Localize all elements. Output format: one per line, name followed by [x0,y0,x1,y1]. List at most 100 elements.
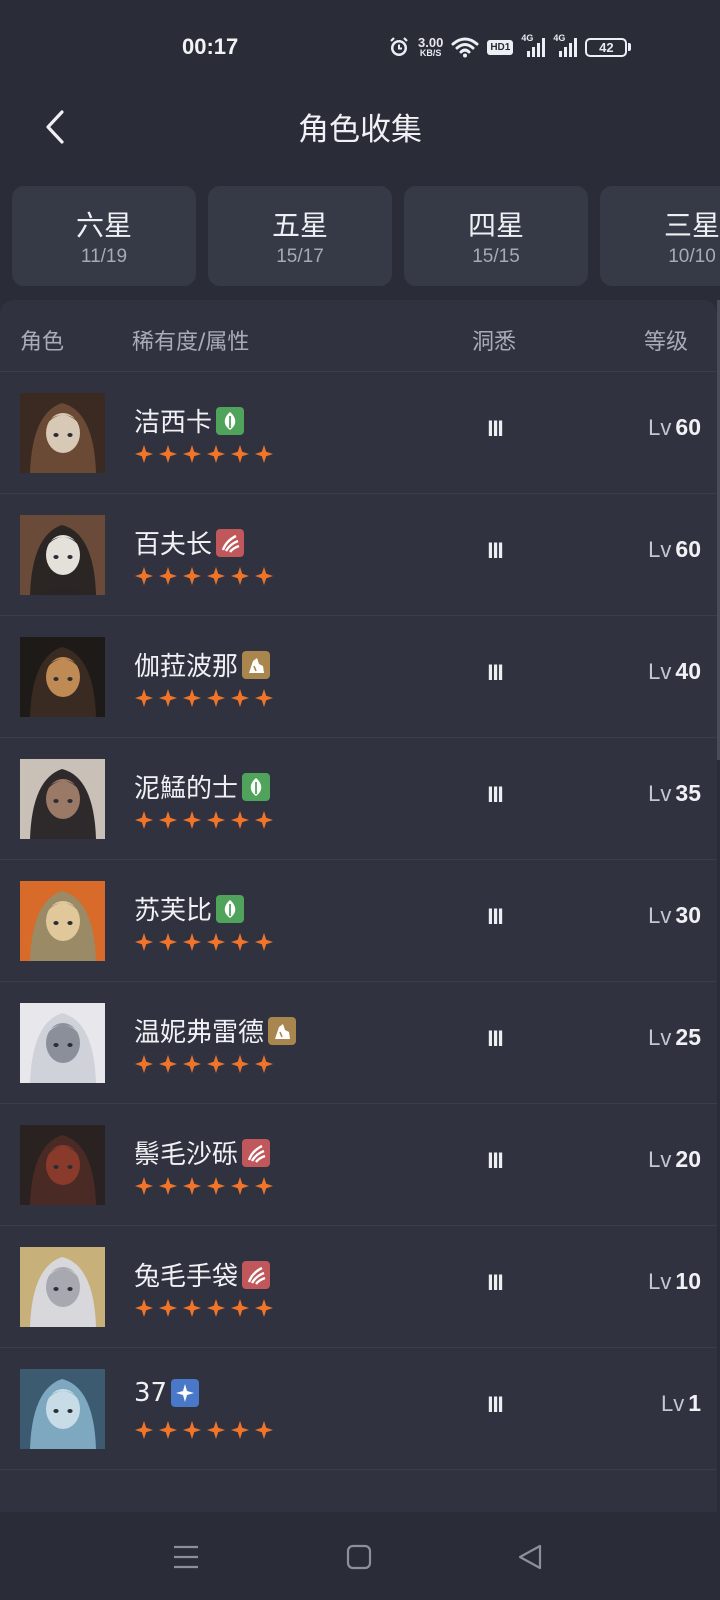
rarity-star-icon [158,1298,178,1318]
leaf-icon [216,406,245,435]
rarity-star-icon [230,1298,250,1318]
rarity-star-icon [134,688,154,708]
hd-badge: HD1 [487,39,514,55]
rarity-star-icon [206,688,226,708]
character-name: 兔毛手袋 [134,1262,239,1292]
rarity-star-icon [254,1298,274,1318]
rarity-star-icon [158,688,178,708]
rarity-star-icon [206,810,226,830]
avatar [20,1003,105,1083]
level-prefix: Lv [648,1269,672,1294]
character-row[interactable]: 伽菈波那 III Lv 40 [0,616,717,738]
character-row[interactable]: 百夫长 III Lv 60 [0,494,717,616]
character-row[interactable]: 兔毛手袋 III Lv 10 [0,1226,717,1348]
level-prefix: Lv [648,537,672,562]
rarity-star-icon [182,1054,202,1074]
column-header-insight: 洞悉 [472,330,517,355]
status-icons: 3.00 KB/S HD1 4G 4G 42 [388,32,632,62]
leaf-icon [216,894,245,923]
four-point-star-icon [171,1379,200,1407]
level-prefix: Lv [648,1025,672,1050]
rarity-star-icon [254,932,274,952]
character-name: 洁西卡 [134,408,213,438]
character-row[interactable]: 鬃毛沙砾 III Lv 20 [0,1104,717,1226]
level-value: 10 [675,1268,701,1294]
signal-icon: 4G [521,33,546,57]
rarity-star-icon [254,566,274,586]
rarity-star-icon [230,932,250,952]
rarity-star-icon [134,444,154,464]
network-speed-unit: KB/S [419,48,442,58]
tab-six-star[interactable]: 六星 11/19 [12,186,196,286]
rarity-star-icon [206,1054,226,1074]
battery-icon: 42 [585,37,632,57]
rarity-star-icon [182,1420,202,1440]
status-bar: 00:17 3.00 KB/S HD1 4G 4G 42 [0,0,720,90]
level-display: Lv 35 [648,780,701,807]
insight-value: III [487,904,503,929]
character-row[interactable]: 37 III Lv 1 [0,1348,717,1470]
rarity-star-icon [206,1420,226,1440]
rarity-star-icon [158,932,178,952]
rarity-star-icon [134,810,154,830]
avatar [20,637,105,717]
rarity-stars [134,1054,274,1074]
rarity-star-icon [206,444,226,464]
level-value: 25 [675,1024,701,1050]
navigation-bar [0,1512,720,1600]
level-prefix: Lv [660,1391,685,1416]
level-prefix: Lv [648,415,672,440]
rarity-star-icon [206,932,226,952]
level-display: Lv 30 [648,902,701,929]
level-display: Lv 60 [648,536,701,563]
level-value: 30 [675,902,701,928]
rarity-star-icon [254,1176,274,1196]
leaf-icon [242,772,271,801]
rarity-star-icon [158,444,178,464]
level-display: Lv 40 [648,658,701,685]
rarity-star-icon [182,932,202,952]
header: 角色收集 [0,90,720,170]
insight-value: III [487,1270,503,1295]
tab-label: 六星 [75,209,132,242]
tab-five-star[interactable]: 五星 15/17 [208,186,392,286]
signal-icon: 4G [553,33,578,57]
rarity-star-icon [230,1176,250,1196]
tab-four-star[interactable]: 四星 15/15 [404,186,588,286]
character-row[interactable]: 泥鯭的士 III Lv 35 [0,738,717,860]
rarity-stars [134,810,274,830]
character-row[interactable]: 温妮弗雷德 III Lv 25 [0,982,717,1104]
level-display: Lv 25 [648,1024,701,1051]
home-button[interactable] [334,1532,384,1582]
rarity-star-icon [182,688,202,708]
status-time: 00:17 [182,34,239,59]
insight-value: III [487,416,503,441]
menu-button[interactable] [161,1532,211,1582]
rarity-star-icon [254,1420,274,1440]
rock-icon [268,1016,297,1045]
avatar [20,759,105,839]
level-display: Lv 20 [648,1146,701,1173]
network-speed: 3.00 KB/S [418,36,443,58]
column-header-role: 角色 [20,330,65,355]
tab-three-star[interactable]: 三星 10/10 [600,186,720,286]
tab-label: 四星 [467,209,524,242]
character-row[interactable]: 苏芙比 III Lv 30 [0,860,717,982]
rarity-star-icon [158,566,178,586]
avatar [20,393,105,473]
character-name: 泥鯭的士 [134,774,239,804]
insight-value: III [487,660,503,685]
rarity-star-icon [182,566,202,586]
avatar [20,881,105,961]
rarity-star-icon [134,932,154,952]
level-value: 35 [675,780,701,806]
level-prefix: Lv [648,659,672,684]
character-list: 洁西卡 III Lv 60 百夫长 III Lv 60 伽菈波那 III Lv 40 泥鯭的士 III Lv… [0,372,717,1470]
rarity-stars [134,1298,274,1318]
nav-back-button[interactable] [505,1532,555,1582]
rarity-star-icon [254,1054,274,1074]
tab-label: 五星 [271,209,328,242]
tab-count: 10/10 [668,246,716,267]
character-row[interactable]: 洁西卡 III Lv 60 [0,372,717,494]
character-name: 鬃毛沙砾 [134,1140,239,1170]
